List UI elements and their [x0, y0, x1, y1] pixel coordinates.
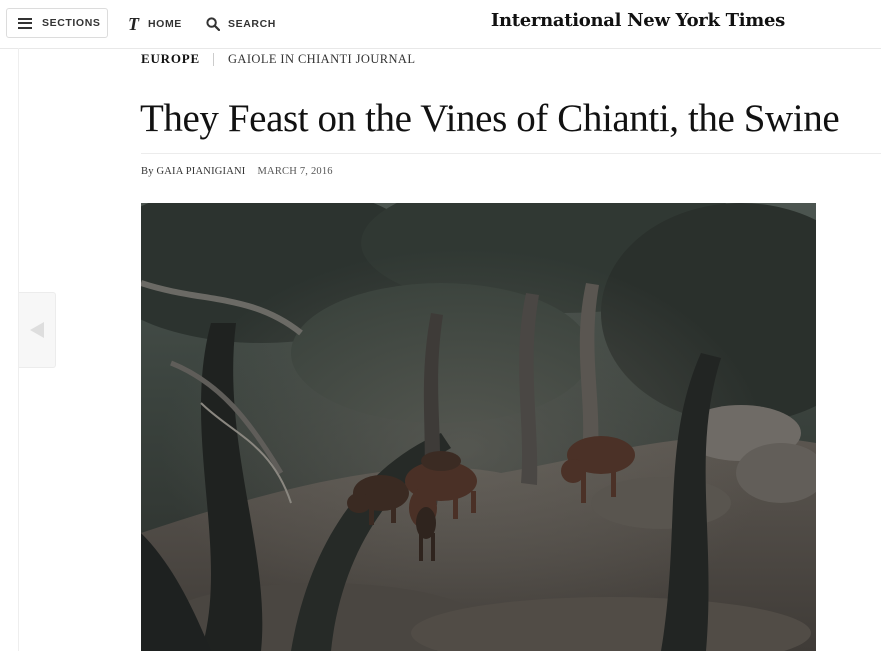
lead-photo[interactable] — [141, 203, 816, 651]
wild-boars-forest-image — [141, 203, 816, 651]
headline-divider — [141, 153, 881, 154]
previous-article-button[interactable] — [19, 292, 56, 368]
article-headline: They Feast on the Vines of Chianti, the … — [140, 97, 840, 140]
article-byline: By GAIA PIANIGIANI MARCH 7, 2016 — [141, 166, 333, 177]
search-link[interactable]: SEARCH — [206, 14, 276, 34]
section-link[interactable]: EUROPE — [141, 51, 200, 67]
search-label: SEARCH — [228, 18, 276, 30]
chevron-left-icon — [30, 322, 44, 338]
kicker-divider — [212, 52, 214, 66]
masthead-logo[interactable]: International New York Times — [491, 10, 785, 31]
author-byline: By GAIA PIANIGIANI — [141, 166, 246, 177]
hamburger-menu-icon — [18, 17, 32, 29]
column-name: GAIOLE IN CHIANTI JOURNAL — [227, 51, 416, 66]
nyt-t-logo-icon: T — [128, 14, 139, 34]
home-link[interactable]: T HOME — [128, 14, 182, 34]
top-navigation-bar: SECTIONS T HOME SEARCH International New… — [0, 0, 881, 49]
article-kicker: EUROPE GAIOLE IN CHIANTI JOURNAL — [141, 51, 415, 67]
sections-label: SECTIONS — [42, 17, 101, 29]
home-label: HOME — [148, 18, 182, 30]
publish-date: MARCH 7, 2016 — [257, 166, 333, 177]
search-icon — [206, 17, 220, 31]
sections-button[interactable]: SECTIONS — [6, 8, 108, 38]
